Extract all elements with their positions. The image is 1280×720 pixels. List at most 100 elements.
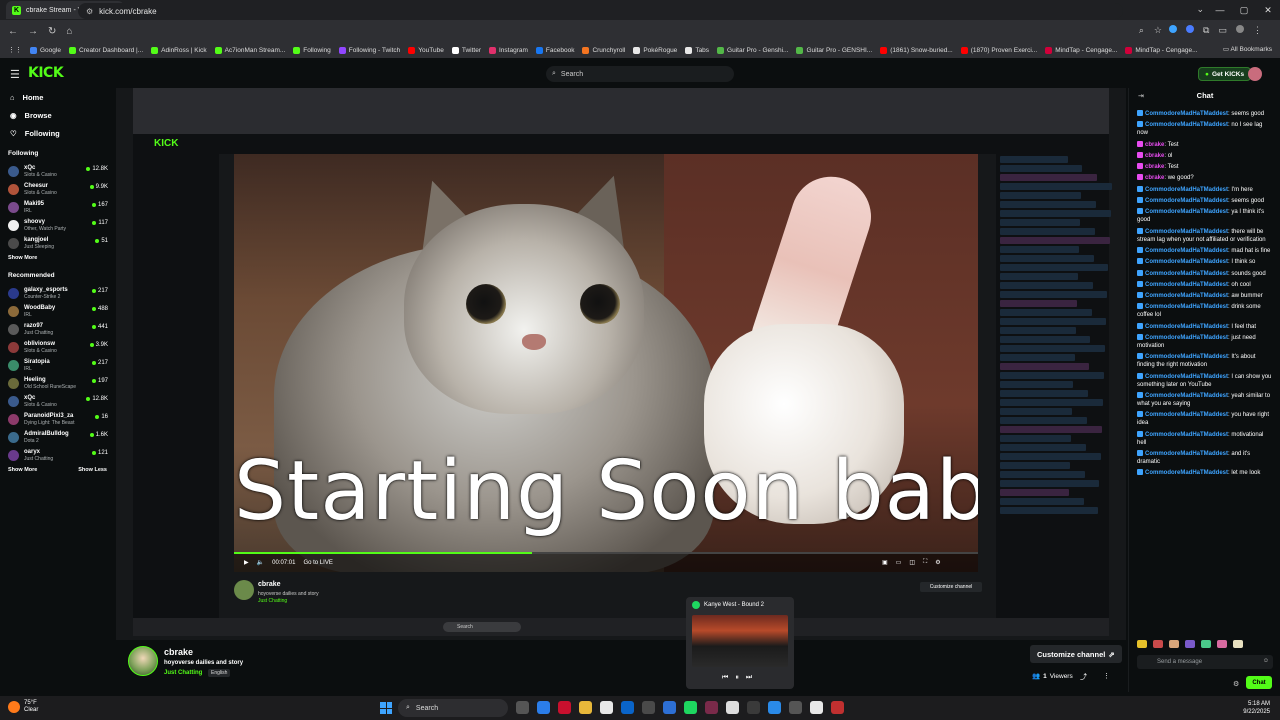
chat-username[interactable]: CommodoreMadHaTMaddest xyxy=(1145,451,1228,457)
extension-icon[interactable] xyxy=(1169,25,1178,33)
app-icon[interactable] xyxy=(663,701,676,714)
chat-username[interactable]: CommodoreMadHaTMaddest xyxy=(1145,393,1228,399)
bookmark-item[interactable]: (1870) Proven Exerci... xyxy=(960,46,1037,54)
show-more-following[interactable]: Show More xyxy=(0,252,112,264)
app-icon[interactable] xyxy=(768,701,781,714)
emoji-icon[interactable]: ☺ xyxy=(1263,658,1269,664)
app-icon[interactable] xyxy=(642,701,655,714)
chrome-icon[interactable] xyxy=(810,701,823,714)
bookmark-item[interactable]: MindTap - Cengage... xyxy=(1125,46,1198,54)
bookmark-item[interactable]: Google xyxy=(30,46,61,54)
language-tag[interactable]: English xyxy=(208,669,231,677)
chat-username[interactable]: CommodoreMadHaTMaddest xyxy=(1145,111,1228,117)
extension-icon[interactable] xyxy=(1186,25,1195,33)
stream-video[interactable]: Starting Soon babe xyxy=(234,154,978,572)
bookmark-item[interactable]: Guitar Pro - Genshi... xyxy=(717,46,788,54)
close-window-icon[interactable]: ✕ xyxy=(1256,0,1280,20)
outlook-icon[interactable] xyxy=(621,701,634,714)
show-less-button[interactable]: Show Less xyxy=(78,467,107,473)
chat-username[interactable]: CommodoreMadHaTMaddest xyxy=(1145,187,1228,193)
send-chat-button[interactable]: Chat xyxy=(1246,676,1272,689)
sidebar-nav-browse[interactable]: ◉ Browse xyxy=(0,106,112,124)
chat-username[interactable]: CommodoreMadHaTMaddest xyxy=(1145,198,1228,204)
bookmark-item[interactable]: MindTap - Cengage... xyxy=(1045,46,1117,54)
sidebar-nav-following[interactable]: ♡ Following xyxy=(0,124,112,142)
channel-avatar[interactable] xyxy=(128,646,158,676)
sidebar-channel[interactable]: Maki95 IRL 167 xyxy=(0,198,112,216)
sidebar-channel[interactable]: razo97 Just Chatting 441 xyxy=(0,320,112,338)
copilot-icon[interactable] xyxy=(537,701,550,714)
reload-icon[interactable]: ↻ xyxy=(48,26,56,37)
chat-settings-icon[interactable]: ⚙ xyxy=(1233,680,1239,688)
bookmark-item[interactable]: Twitter xyxy=(451,46,481,54)
store-icon[interactable] xyxy=(600,701,613,714)
chat-username[interactable]: CommodoreMadHaTMaddest xyxy=(1145,324,1228,330)
hamburger-menu-icon[interactable]: ☰ xyxy=(10,68,20,81)
sidebar-channel[interactable]: oaryx Just Chatting 121 xyxy=(0,446,112,464)
bookmark-item[interactable]: Guitar Pro - GENSHI... xyxy=(796,46,872,54)
sidebar-channel[interactable]: shoovy Other, Watch Party 117 xyxy=(0,216,112,234)
bookmark-item[interactable]: Following - Twitch xyxy=(338,46,400,54)
sidebar-channel[interactable]: Cheesur Slots & Casino 9.9K xyxy=(0,180,112,198)
chat-username[interactable]: CommodoreMadHaTMaddest xyxy=(1145,374,1228,380)
task-view-icon[interactable] xyxy=(516,701,529,714)
sidebar-channel[interactable]: WoodBaby IRL 488 xyxy=(0,302,112,320)
emote-icon[interactable] xyxy=(1201,640,1211,648)
go-live-button[interactable]: Go to LIVE xyxy=(303,560,332,566)
chat-username[interactable]: CommodoreMadHaTMaddest xyxy=(1145,304,1228,310)
search-input[interactable]: ⌕ Search xyxy=(546,66,734,82)
app-icon[interactable] xyxy=(705,701,718,714)
opera-icon[interactable] xyxy=(558,701,571,714)
chat-username[interactable]: CommodoreMadHaTMaddest xyxy=(1145,229,1228,235)
stream-player-area[interactable]: KICK Starting Soon babe ▶ 🔈 00:07:01 Go … xyxy=(116,88,1126,640)
bookmark-item[interactable]: Instagram xyxy=(489,46,528,54)
sidebar-channel[interactable]: galaxy_esports Counter-Strike 2 217 xyxy=(0,284,112,302)
stream-category[interactable]: Just Chatting xyxy=(164,670,202,676)
zoom-icon[interactable]: ⌕ xyxy=(1139,25,1144,36)
bookmark-star-icon[interactable]: ☆ xyxy=(1154,25,1162,36)
more-options-icon[interactable]: ⋮ xyxy=(1103,672,1110,682)
app-icon[interactable] xyxy=(747,701,760,714)
chat-username[interactable]: CommodoreMadHaTMaddest xyxy=(1145,282,1228,288)
forward-icon[interactable]: → xyxy=(28,26,38,37)
clip-icon[interactable]: ▣ xyxy=(882,559,888,566)
chat-username[interactable]: CommodoreMadHaTMaddest xyxy=(1145,412,1228,418)
kick-logo[interactable]: KICK xyxy=(28,65,64,81)
volume-icon[interactable]: 🔈 xyxy=(257,559,264,566)
settings-gear-icon[interactable]: ⚙ xyxy=(935,559,940,566)
site-info-icon[interactable]: ⚙ xyxy=(86,7,93,16)
back-icon[interactable]: ← xyxy=(8,26,18,37)
emote-icon[interactable] xyxy=(1185,640,1195,648)
chat-username[interactable]: cbrake xyxy=(1145,153,1164,159)
tab-search-icon[interactable]: ⌄ xyxy=(1196,4,1204,15)
channel-name[interactable]: cbrake xyxy=(164,647,193,657)
chat-username[interactable]: cbrake xyxy=(1145,175,1164,181)
sidebar-channel[interactable]: oblivionsw Slots & Casino 3.9K xyxy=(0,338,112,356)
all-bookmarks[interactable]: ▭ All Bookmarks xyxy=(1223,45,1272,53)
bookmark-item[interactable]: AdinRoss | Kick xyxy=(151,46,207,54)
bookmark-item[interactable]: Creator Dashboard |... xyxy=(68,46,143,54)
emote-icon[interactable] xyxy=(1137,640,1147,648)
taskbar-search[interactable]: ⌕ Search xyxy=(398,699,508,717)
sidebar-channel[interactable]: Heeling Old School RuneScape 197 xyxy=(0,374,112,392)
sidebar-nav-home[interactable]: ⌂ Home xyxy=(0,88,112,106)
puzzle-icon[interactable]: ⧉ xyxy=(1203,25,1209,36)
chat-username[interactable]: CommodoreMadHaTMaddest xyxy=(1145,293,1228,299)
bookmark-item[interactable]: Following xyxy=(293,46,331,54)
share-icon[interactable]: ⤴ xyxy=(1080,672,1087,682)
windows-start-icon[interactable] xyxy=(380,702,392,714)
file-explorer-icon[interactable] xyxy=(579,701,592,714)
menu-dots-icon[interactable]: ⋮ xyxy=(1253,25,1262,36)
bookmark-item[interactable]: Facebook xyxy=(535,46,574,54)
taskbar-clock[interactable]: 5:18 AM 9/22/2025 xyxy=(1243,700,1270,716)
chat-username[interactable]: CommodoreMadHaTMaddest xyxy=(1145,248,1228,254)
sidebar-channel[interactable]: xQc Slots & Casino 12.8K xyxy=(0,392,112,410)
sidepanel-icon[interactable]: ▭ xyxy=(1218,25,1227,36)
chat-username[interactable]: CommodoreMadHaTMaddest xyxy=(1145,209,1228,215)
chat-input[interactable]: Send a message ☺ xyxy=(1137,655,1273,669)
bookmark-item[interactable]: YouTube xyxy=(408,46,444,54)
chat-username[interactable]: cbrake xyxy=(1145,164,1164,170)
chat-username[interactable]: CommodoreMadHaTMaddest xyxy=(1145,432,1228,438)
fullscreen-icon[interactable]: ⛶ xyxy=(923,559,927,566)
profile-icon[interactable] xyxy=(1236,25,1244,33)
